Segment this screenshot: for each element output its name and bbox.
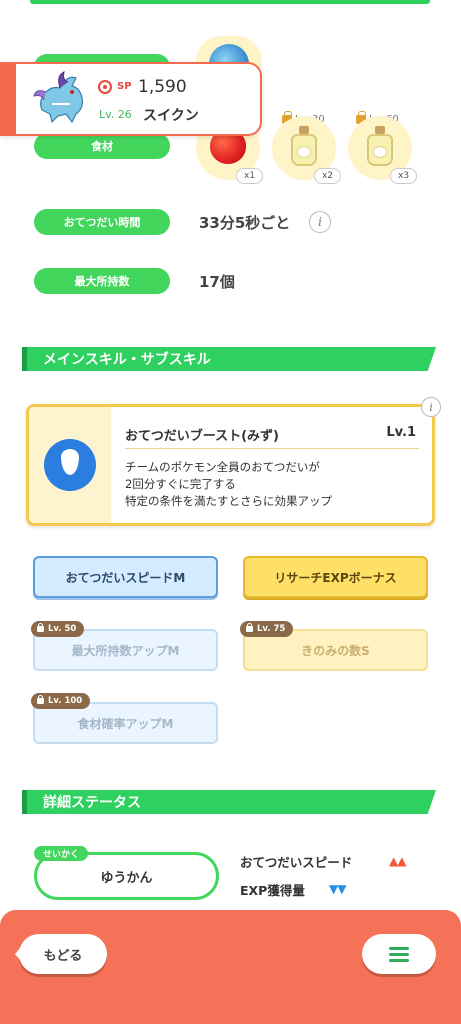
max-carry-label: 最大所持数 [34,268,170,294]
ingredient-qty-2: x2 [314,168,342,184]
pokemon-level: Lv. 26 [99,108,132,121]
pokemon-name: スイクン [143,108,199,124]
details-section-header: 詳細ステータス [22,790,436,814]
sub-skill-1-button[interactable]: おてつだいスピードM [33,556,218,598]
help-time-label: おてつだい時間 [34,209,170,235]
lock-icon [37,623,44,632]
pokemon-summary-card[interactable]: SP 1,590 Lv. 26 スイクン [0,62,262,136]
ingredient-qty-1: x1 [236,168,264,184]
hamburger-menu-icon [389,947,409,962]
sp-icon [98,80,112,94]
back-button[interactable]: もどる [15,934,107,974]
lock-icon [37,695,44,704]
suicune-sprite-icon [33,71,83,124]
skill-info-icon[interactable]: i [421,397,441,417]
water-drop-icon [44,439,96,491]
milk-bottle-icon [291,126,317,166]
main-skill-card[interactable]: おてつだいブースト(みず) Lv.1 チームのポケモン全員のおてつだいが 2回分… [26,404,435,526]
sub-skill-2-button[interactable]: リサーチEXPボーナス [243,556,428,598]
sp-value: 1,590 [138,77,187,97]
main-skill-name: おてつだいブースト(みず) [125,429,279,444]
menu-button[interactable] [362,934,436,974]
nature-up-arrows-icon: ▲▲ [389,854,406,868]
main-skill-description: チームのポケモン全員のおてつだいが 2回分すぐに完了する 特定の条件を満たすとさ… [125,460,332,508]
max-carry-value: 17個 [199,273,235,291]
main-skill-level: Lv.1 [386,425,416,440]
help-time-value: 33分5秒ごと [199,214,291,232]
lock-icon [246,623,253,632]
divider [125,448,419,449]
sub-skill-4-lock-badge: Lv. 75 [240,621,294,637]
milk-bottle-icon [367,126,393,166]
sp-label: SP [117,81,132,92]
nature-up-label: おてつだいスピード [240,855,353,870]
nature-tag: せいかく [34,846,89,861]
ingredient-label: 食材 [34,133,170,159]
ingredient-qty-3: x3 [390,168,418,184]
top-divider [30,0,430,4]
sub-skill-5-lock-badge: Lv. 100 [31,693,91,709]
sub-skill-3-lock-badge: Lv. 50 [31,621,85,637]
nature-down-arrows-icon: ▼▼ [329,882,346,896]
nature-down-label: EXP獲得量 [240,883,305,898]
info-icon[interactable]: i [309,211,331,233]
skills-section-header: メインスキル・サブスキル [22,347,436,371]
